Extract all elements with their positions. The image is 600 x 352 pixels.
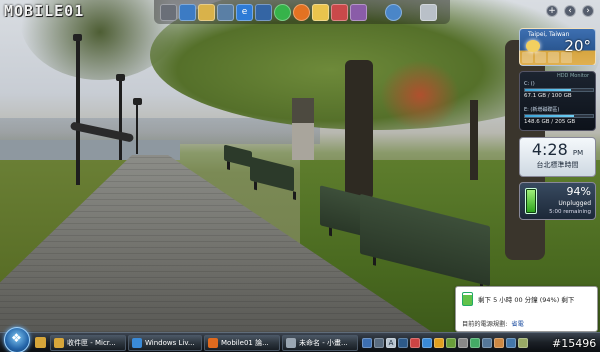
desktop-wallpaper — [0, 0, 600, 332]
wallpaper-tree-trunk — [345, 60, 373, 200]
hdd-monitor-title: HDD Monitor — [556, 73, 589, 79]
taskbar-button-label: 收件匣 - Micr... — [67, 339, 116, 347]
tool-icon[interactable] — [518, 338, 528, 348]
battery-status: Unplugged — [558, 200, 591, 207]
battery-percent: 94% — [566, 185, 591, 198]
wallpaper-statue — [292, 98, 314, 160]
taskbar-button-windows-live[interactable]: Windows Liv... — [128, 335, 202, 351]
messenger-icon[interactable] — [312, 3, 329, 21]
battery-gadget[interactable]: 94% Unplugged 5:00 remaining — [519, 182, 596, 220]
clock-time: 4:28 PM — [531, 140, 584, 159]
battery-remaining: 5:00 remaining — [549, 209, 591, 215]
power-notification[interactable]: 剩下 5 小時 00 分鐘 (94%) 剩下 目前的電源規劃: 省電 — [455, 286, 598, 332]
mobile01-logo: MOBILE01 — [4, 2, 85, 20]
add-gadget-button[interactable]: + — [546, 5, 558, 17]
forecast-day — [535, 52, 546, 63]
forecast-day — [561, 52, 572, 63]
messenger-icon[interactable] — [422, 338, 432, 348]
drive-usage-bar — [524, 88, 594, 92]
photo-icon[interactable] — [350, 3, 367, 21]
hdd-monitor-gadget[interactable]: HDD Monitor C: () 67.1 GB / 100 GB E: (新… — [519, 71, 596, 131]
globe-icon[interactable] — [179, 3, 196, 21]
wallpaper-lamp-post — [73, 34, 82, 185]
battery-tray-icon[interactable] — [446, 338, 456, 348]
wallpaper-tree-trunk — [470, 100, 478, 180]
green-orb-icon[interactable] — [274, 3, 291, 21]
power-plan: 目前的電源規劃: 省電 — [462, 321, 524, 328]
drive-label: C: () — [524, 81, 535, 87]
outlook-icon — [54, 338, 64, 348]
network-icon[interactable] — [362, 338, 372, 348]
taskbar-button-inbox[interactable]: 收件匣 - Micr... — [50, 335, 126, 351]
trash-icon[interactable] — [420, 3, 437, 21]
firefox-icon[interactable] — [293, 3, 310, 21]
forecast-day — [548, 52, 559, 63]
watermark: #15496 — [552, 337, 597, 350]
paint-icon — [286, 338, 296, 348]
battery-icon — [525, 188, 537, 214]
sidebar-controls: + ‹ › — [546, 4, 598, 18]
keyboard-icon[interactable] — [374, 338, 384, 348]
top-dock: e — [154, 0, 450, 24]
clock-gadget[interactable]: 4:28 PM 台北標準時間 — [519, 137, 596, 177]
network-icon[interactable] — [217, 3, 234, 21]
language-icon[interactable] — [398, 338, 408, 348]
windows-live-icon — [132, 338, 142, 348]
drive-usage-text: 148.6 GB / 205 GB — [524, 119, 576, 125]
firefox-icon — [208, 338, 218, 348]
power-plan-link[interactable]: 省電 — [511, 321, 523, 328]
folder-icon[interactable] — [35, 337, 46, 348]
drive-icon[interactable] — [506, 338, 516, 348]
drive-row: C: () 67.1 GB / 100 GB — [524, 81, 594, 99]
wallpaper-autumn-tree — [380, 60, 460, 130]
taskbar-button-label: Windows Liv... — [145, 339, 195, 347]
start-button[interactable] — [4, 327, 30, 352]
taskbar: 收件匣 - Micr... Windows Liv... Mobile01 論.… — [0, 327, 600, 352]
clock-timezone: 台北標準時間 — [536, 161, 579, 169]
folder-icon[interactable] — [198, 3, 215, 21]
search-icon[interactable] — [385, 3, 402, 21]
taskbar-button-label: 未命名 - 小畫... — [299, 339, 348, 347]
quick-launch — [35, 337, 46, 348]
weather-forecast — [522, 52, 572, 63]
weather-gadget[interactable]: Taipei, Taiwan 20° — [519, 28, 596, 66]
battery-icon — [462, 292, 473, 306]
alert-icon[interactable] — [494, 338, 504, 348]
sun-icon — [526, 40, 540, 52]
font-icon[interactable]: A — [386, 338, 396, 348]
forecast-day — [522, 52, 533, 63]
drive-label: E: (新增磁碟區) — [524, 107, 560, 113]
sync-icon[interactable] — [482, 338, 492, 348]
drive-usage-text: 67.1 GB / 100 GB — [524, 93, 572, 99]
wallpaper-bench — [224, 144, 252, 168]
taskbar-button-paint[interactable]: 未命名 - 小畫... — [282, 335, 358, 351]
prev-gadget-button[interactable]: ‹ — [564, 5, 576, 17]
taskbar-button-label: Mobile01 論... — [221, 339, 269, 347]
chat-icon[interactable] — [470, 338, 480, 348]
wallpaper-lamp-post — [116, 74, 125, 160]
volume-icon[interactable] — [458, 338, 468, 348]
drive-row: E: (新增磁碟區) 148.6 GB / 205 GB — [524, 106, 594, 125]
wallpaper-lamp-post — [133, 98, 142, 154]
media-icon[interactable] — [255, 3, 272, 21]
update-icon[interactable] — [434, 338, 444, 348]
wallpaper-bench — [250, 156, 294, 192]
mail-icon[interactable] — [331, 3, 348, 21]
next-gadget-button[interactable]: › — [582, 5, 594, 17]
power-message: 剩下 5 小時 00 分鐘 (94%) 剩下 — [478, 296, 575, 304]
drive-usage-bar — [524, 114, 594, 118]
ie-icon[interactable]: e — [236, 3, 253, 21]
drive-icon[interactable] — [160, 3, 177, 21]
security-icon[interactable] — [410, 338, 420, 348]
taskbar-button-mobile01[interactable]: Mobile01 論... — [204, 335, 280, 351]
system-tray: A — [362, 336, 550, 350]
